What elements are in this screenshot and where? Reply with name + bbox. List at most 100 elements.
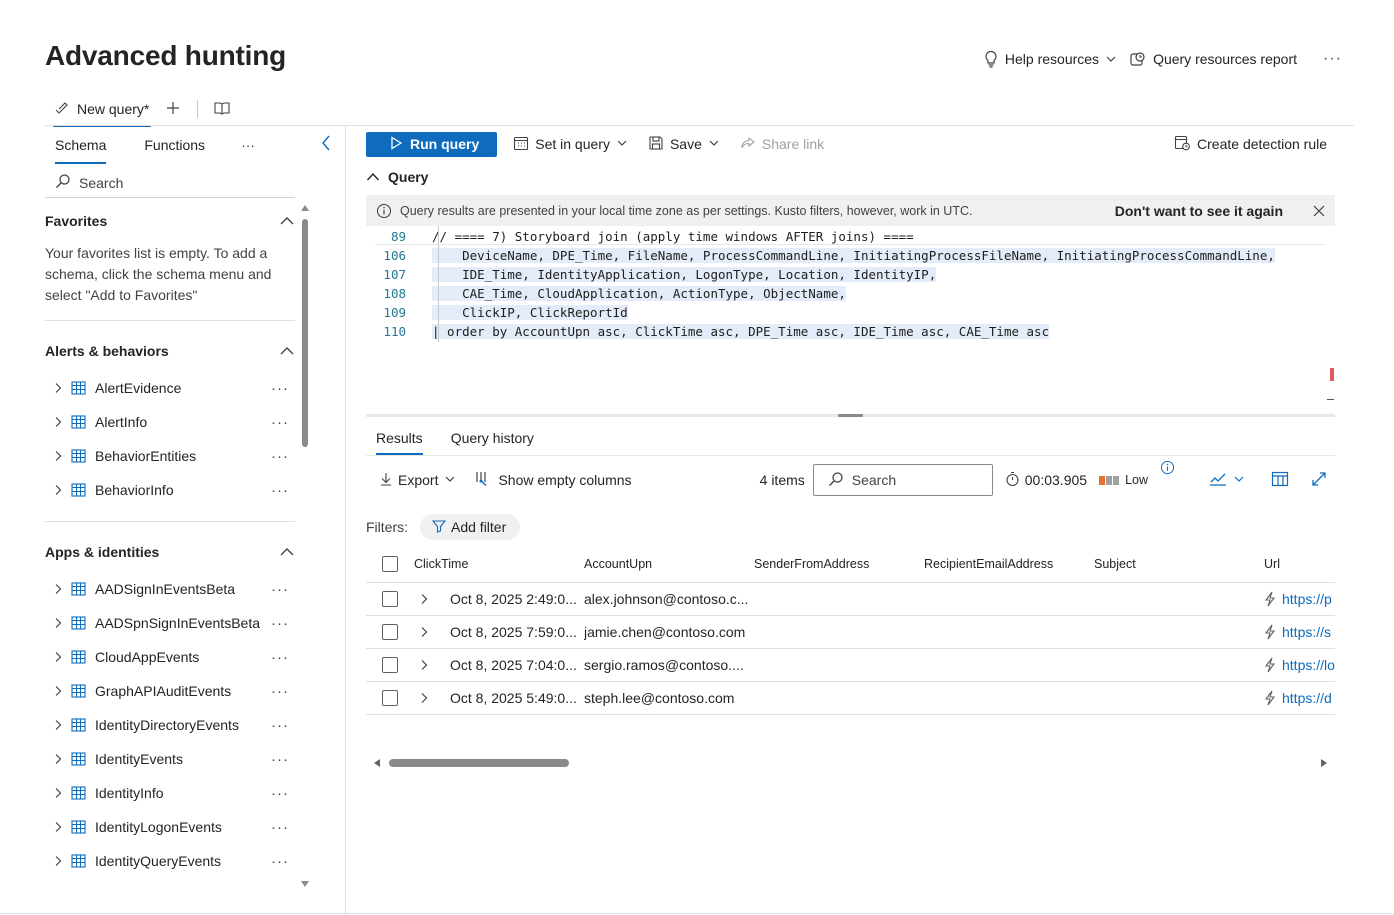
url-link[interactable]: https://p: [1282, 591, 1332, 607]
url-link[interactable]: https://s: [1282, 624, 1331, 640]
tab-functions[interactable]: Functions: [134, 131, 215, 159]
close-info-button[interactable]: [1303, 205, 1335, 217]
table-more-button[interactable]: ···: [265, 717, 295, 734]
expand-row-button[interactable]: [414, 659, 450, 671]
add-filter-button[interactable]: Add filter: [420, 514, 521, 540]
expand-row-button[interactable]: [414, 626, 450, 638]
chevron-right-icon[interactable]: [45, 821, 71, 833]
add-query-tab-button[interactable]: [159, 95, 187, 123]
table-more-button[interactable]: ···: [265, 581, 295, 598]
chevron-right-icon[interactable]: [45, 753, 71, 765]
col-header-subject[interactable]: Subject: [1094, 557, 1264, 571]
apps-identities-header[interactable]: Apps & identities: [45, 536, 295, 568]
table-row[interactable]: Oct 8, 2025 2:49:0... alex.johnson@contos…: [366, 583, 1335, 616]
chevron-right-icon[interactable]: [45, 855, 71, 867]
guided-mode-button[interactable]: [208, 95, 236, 123]
expand-results-button[interactable]: [1303, 465, 1335, 495]
schema-table-item[interactable]: CloudAppEvents ···: [45, 640, 295, 674]
chevron-right-icon[interactable]: [45, 450, 71, 462]
schema-search[interactable]: Search: [45, 168, 295, 198]
schema-table-item[interactable]: IdentityInfo ···: [45, 776, 295, 810]
table-more-button[interactable]: ···: [265, 649, 295, 666]
col-header-clicktime[interactable]: ClickTime: [414, 557, 584, 571]
col-header-accountupn[interactable]: AccountUpn: [584, 557, 754, 571]
table-row[interactable]: Oct 8, 2025 5:49:0... steph.lee@contoso.c…: [366, 682, 1335, 715]
scroll-down-arrow[interactable]: [301, 881, 309, 887]
export-button[interactable]: Export: [374, 472, 462, 489]
dont-show-again-button[interactable]: Don't want to see it again: [1115, 203, 1283, 219]
tab-query-history[interactable]: Query history: [441, 426, 544, 450]
customize-columns-button[interactable]: [1263, 465, 1297, 495]
chevron-right-icon[interactable]: [45, 416, 71, 428]
chevron-right-icon[interactable]: [45, 484, 71, 496]
table-row[interactable]: Oct 8, 2025 7:59:0... jamie.chen@contoso.…: [366, 616, 1335, 649]
schema-table-item[interactable]: IdentityLogonEvents ···: [45, 810, 295, 844]
scroll-up-arrow[interactable]: [301, 205, 309, 211]
collapse-panel-button[interactable]: [320, 134, 332, 155]
help-resources-button[interactable]: Help resources: [977, 48, 1123, 70]
schema-table-item[interactable]: AlertEvidence ···: [45, 371, 295, 405]
set-in-query-button[interactable]: Set in query: [509, 131, 632, 157]
run-query-button[interactable]: Run query: [366, 131, 498, 157]
results-horizontal-scrollbar[interactable]: [366, 756, 1335, 770]
tab-new-query[interactable]: New query*: [45, 95, 159, 127]
row-checkbox[interactable]: [382, 624, 398, 640]
chevron-right-icon[interactable]: [45, 719, 71, 731]
expand-row-button[interactable]: [414, 692, 450, 704]
schema-table-item[interactable]: BehaviorInfo ···: [45, 473, 295, 507]
query-resources-report-button[interactable]: Query resources report: [1123, 48, 1303, 70]
table-more-button[interactable]: ···: [265, 751, 295, 768]
tab-results[interactable]: Results: [366, 426, 433, 455]
table-more-button[interactable]: ···: [265, 448, 295, 465]
col-header-url[interactable]: Url: [1264, 557, 1335, 571]
share-link-button[interactable]: Share link: [736, 131, 828, 157]
splitter-handle[interactable]: [838, 414, 863, 417]
schema-table-item[interactable]: IdentityEvents ···: [45, 742, 295, 776]
cell-url[interactable]: https://d: [1264, 690, 1335, 706]
table-more-button[interactable]: ···: [265, 785, 295, 802]
table-more-button[interactable]: ···: [265, 380, 295, 397]
row-checkbox[interactable]: [382, 591, 398, 607]
table-more-button[interactable]: ···: [265, 683, 295, 700]
schema-table-item[interactable]: IdentityDirectoryEvents ···: [45, 708, 295, 742]
save-button[interactable]: Save: [644, 131, 724, 157]
chart-type-button[interactable]: [1201, 465, 1253, 495]
schema-table-item[interactable]: BehaviorEntities ···: [45, 439, 295, 473]
results-search-input[interactable]: Search: [812, 464, 993, 496]
cell-url[interactable]: https://s: [1264, 624, 1335, 640]
schema-table-item[interactable]: AADSpnSignInEventsBeta ···: [45, 606, 295, 640]
chevron-right-icon[interactable]: [45, 617, 71, 629]
query-editor[interactable]: 89 // ==== 7) Storyboard join (apply time…: [366, 226, 1335, 411]
chevron-right-icon[interactable]: [45, 583, 71, 595]
table-more-button[interactable]: ···: [265, 414, 295, 431]
col-header-recipientemailaddress[interactable]: RecipientEmailAddress: [924, 557, 1094, 571]
schema-table-item[interactable]: IdentityQueryEvents ···: [45, 844, 295, 878]
schema-table-item[interactable]: AADSignInEventsBeta ···: [45, 572, 295, 606]
chevron-right-icon[interactable]: [45, 651, 71, 663]
table-more-button[interactable]: ···: [265, 853, 295, 870]
more-options-button[interactable]: ···: [1317, 48, 1348, 70]
create-detection-rule-button[interactable]: Create detection rule: [1174, 134, 1335, 154]
tab-schema[interactable]: Schema: [45, 131, 116, 164]
horizontal-scroll-thumb[interactable]: [389, 759, 569, 767]
cell-url[interactable]: https://lo: [1264, 657, 1335, 673]
schema-scrollbar[interactable]: [300, 205, 310, 887]
scroll-left-arrow[interactable]: [374, 759, 380, 767]
scroll-right-arrow[interactable]: [1321, 759, 1327, 767]
table-more-button[interactable]: ···: [265, 615, 295, 632]
url-link[interactable]: https://lo: [1282, 657, 1335, 673]
table-more-button[interactable]: ···: [265, 819, 295, 836]
alerts-behaviors-header[interactable]: Alerts & behaviors: [45, 335, 295, 367]
query-section-toggle[interactable]: Query: [366, 166, 428, 188]
side-more-button[interactable]: ···: [231, 131, 265, 159]
expand-row-button[interactable]: [414, 593, 450, 605]
schema-table-item[interactable]: AlertInfo ···: [45, 405, 295, 439]
schema-table-item[interactable]: GraphAPIAuditEvents ···: [45, 674, 295, 708]
chevron-right-icon[interactable]: [45, 382, 71, 394]
select-all-checkbox[interactable]: [382, 555, 398, 572]
show-empty-columns-toggle[interactable]: Show empty columns: [468, 470, 637, 491]
chevron-right-icon[interactable]: [45, 787, 71, 799]
usage-info-icon[interactable]: [1160, 460, 1175, 478]
row-checkbox[interactable]: [382, 657, 398, 673]
table-more-button[interactable]: ···: [265, 482, 295, 499]
